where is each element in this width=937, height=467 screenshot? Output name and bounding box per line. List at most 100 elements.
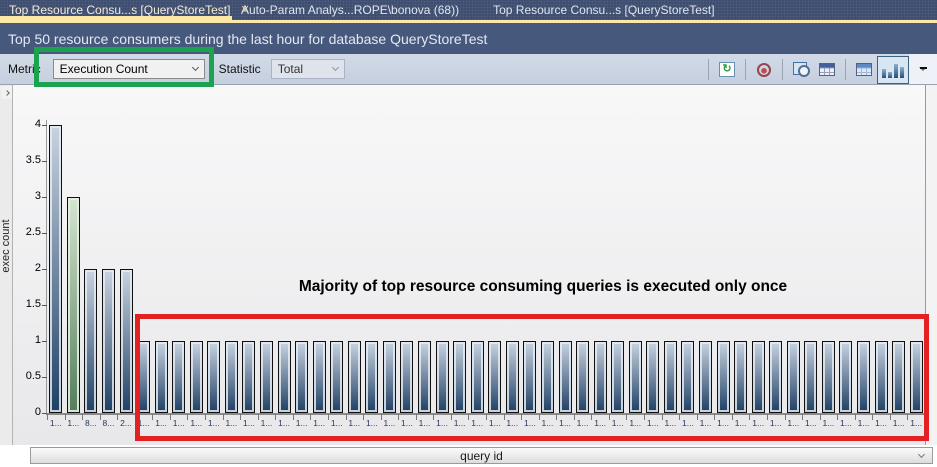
bar[interactable] xyxy=(295,341,308,413)
toolbar-button-group: ↻ xyxy=(703,54,909,85)
x-tick-label: 8... xyxy=(100,418,118,428)
metric-dropdown[interactable]: Execution Count xyxy=(53,59,205,79)
y-tick-label: 3 xyxy=(13,190,41,202)
x-tick-label: 1... xyxy=(521,418,539,428)
y-tick-label: 1 xyxy=(13,334,41,346)
bar-selected[interactable] xyxy=(67,197,80,413)
tab-label: Top Resource Consu...s [QueryStoreTest] xyxy=(9,3,230,17)
plan-summary-icon xyxy=(757,63,771,77)
bar[interactable] xyxy=(734,341,747,413)
toolbar-separator xyxy=(745,59,746,80)
x-tick-label: 1... xyxy=(363,418,381,428)
x-tick-label: 1... xyxy=(609,418,627,428)
bar[interactable] xyxy=(225,341,238,413)
statistic-label: Statistic xyxy=(219,62,261,76)
bar[interactable] xyxy=(787,341,800,413)
x-tick-label: 1... xyxy=(170,418,188,428)
bar[interactable] xyxy=(313,341,326,413)
y-tick-label: 4 xyxy=(13,118,41,130)
bar[interactable] xyxy=(172,341,185,413)
bar[interactable] xyxy=(822,341,835,413)
bar[interactable] xyxy=(400,341,413,413)
tab-top-resource-consumers-2[interactable]: Top Resource Consu...s [QueryStoreTest] xyxy=(484,0,723,20)
x-tick-label: 1... xyxy=(328,418,346,428)
plan-summary-button[interactable] xyxy=(751,57,777,83)
right-scroll-gutter[interactable] xyxy=(925,85,937,445)
bar[interactable] xyxy=(278,341,291,413)
bar[interactable] xyxy=(383,341,396,413)
bar[interactable] xyxy=(242,341,255,413)
bar[interactable] xyxy=(260,341,273,413)
bar[interactable] xyxy=(576,341,589,413)
toolbar-separator xyxy=(845,59,846,80)
x-tick-label: 1... xyxy=(258,418,276,428)
x-tick-label: 1... xyxy=(662,418,680,428)
bar[interactable] xyxy=(418,341,431,413)
x-tick-label: 1... xyxy=(398,418,416,428)
chart-icon xyxy=(882,69,886,78)
bar[interactable] xyxy=(365,341,378,413)
bar[interactable] xyxy=(506,341,519,413)
bar[interactable] xyxy=(330,341,343,413)
bar[interactable] xyxy=(699,341,712,413)
bar[interactable] xyxy=(681,341,694,413)
bar[interactable] xyxy=(155,341,168,413)
bar[interactable] xyxy=(875,341,888,413)
bar[interactable] xyxy=(594,341,607,413)
bar[interactable] xyxy=(839,341,852,413)
tab-auto-param-analysis[interactable]: Auto-Param Analys...ROPE\bonova (68)) xyxy=(232,0,468,20)
bar[interactable] xyxy=(49,125,62,413)
view-query-text-button[interactable] xyxy=(788,57,814,83)
page-title: Top 50 resource consumers during the las… xyxy=(8,31,487,47)
x-tick-label: 1... xyxy=(556,418,574,428)
bar[interactable] xyxy=(488,341,501,413)
y-tick xyxy=(42,161,47,162)
bar[interactable] xyxy=(752,341,765,413)
statistic-dropdown[interactable]: Total xyxy=(271,59,345,79)
bar[interactable] xyxy=(436,341,449,413)
bar[interactable] xyxy=(629,341,642,413)
bar[interactable] xyxy=(646,341,659,413)
left-axis-gutter: exec count xyxy=(0,85,13,445)
bar[interactable] xyxy=(102,269,115,413)
refresh-button[interactable]: ↻ xyxy=(714,57,740,83)
bar[interactable] xyxy=(857,341,870,413)
x-tick-label: 1... xyxy=(433,418,451,428)
x-tick-label: 1... xyxy=(346,418,364,428)
chart-view-button-selected[interactable] xyxy=(877,56,909,84)
bar[interactable] xyxy=(190,341,203,413)
x-axis-footer-bar[interactable]: query id xyxy=(30,447,933,464)
bar[interactable] xyxy=(348,341,361,413)
bar[interactable] xyxy=(137,341,150,413)
y-tick-label: 1.5 xyxy=(13,298,41,310)
y-tick xyxy=(42,125,47,126)
bar[interactable] xyxy=(523,341,536,413)
grid-view-alt-button[interactable] xyxy=(851,57,877,83)
metric-dropdown-value: Execution Count xyxy=(60,62,148,76)
bar[interactable] xyxy=(559,341,572,413)
y-tick xyxy=(42,197,47,198)
bar[interactable] xyxy=(611,341,624,413)
x-tick-label: 1... xyxy=(275,418,293,428)
bar[interactable] xyxy=(84,269,97,413)
chevron-down-icon[interactable] xyxy=(918,450,925,457)
grid-blue-icon xyxy=(856,63,872,76)
bar[interactable] xyxy=(541,341,554,413)
bar[interactable] xyxy=(892,341,905,413)
query-store-report-window: Top Resource Consu...s [QueryStoreTest] … xyxy=(0,0,937,467)
collapse-pane-button[interactable] xyxy=(1,86,12,99)
bar[interactable] xyxy=(717,341,730,413)
bar[interactable] xyxy=(664,341,677,413)
bar[interactable] xyxy=(804,341,817,413)
y-axis-line xyxy=(46,120,47,414)
bar[interactable] xyxy=(120,269,133,413)
bar[interactable] xyxy=(453,341,466,413)
bar[interactable] xyxy=(769,341,782,413)
statistic-dropdown-value: Total xyxy=(278,62,303,76)
bar[interactable] xyxy=(910,341,923,413)
grid-view-button[interactable] xyxy=(814,57,840,83)
bar[interactable] xyxy=(207,341,220,413)
bar[interactable] xyxy=(471,341,484,413)
toolbar-overflow-button[interactable] xyxy=(909,54,937,85)
x-tick-label: 1... xyxy=(697,418,715,428)
